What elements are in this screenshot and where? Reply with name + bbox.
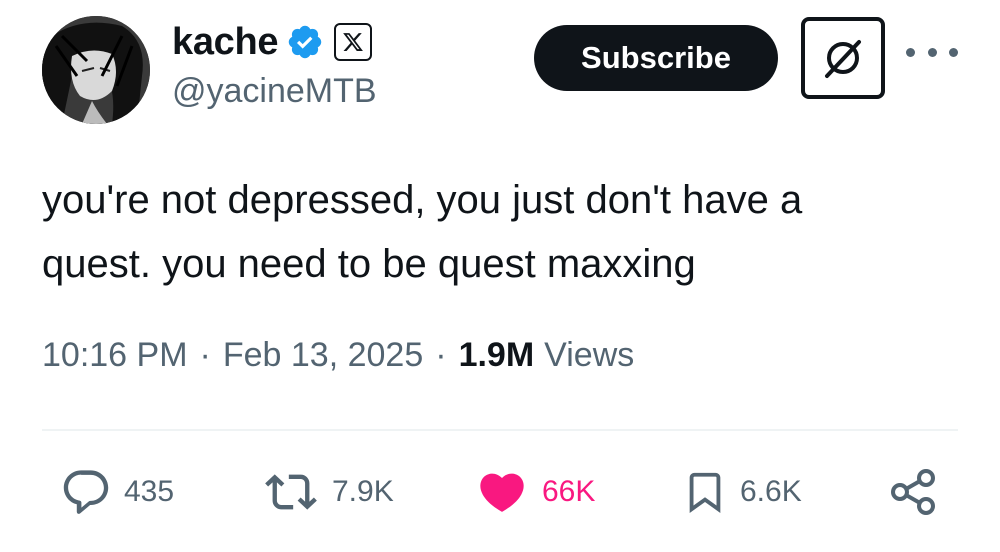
- reply-count: 435: [124, 475, 175, 508]
- reply-button[interactable]: 435: [60, 466, 174, 518]
- divider: [42, 429, 958, 431]
- views-label: Views: [544, 336, 635, 374]
- author-name[interactable]: kache: [172, 21, 279, 64]
- repost-icon: [265, 474, 317, 510]
- avatar[interactable]: [42, 16, 150, 124]
- meta-separator: ·: [435, 336, 447, 374]
- verified-badge-icon[interactable]: [286, 23, 324, 61]
- repost-count: 7.9K: [332, 475, 394, 508]
- more-dot: [906, 47, 915, 57]
- views-count: 1.9M: [458, 336, 535, 374]
- heart-icon: [480, 473, 524, 512]
- tweet-meta: 10:16 PM · Feb 13, 2025 · 1.9M Views: [42, 336, 634, 375]
- like-count: 66K: [542, 475, 596, 508]
- share-icon: [891, 469, 935, 515]
- more-dot: [927, 47, 937, 57]
- x-logo-icon[interactable]: [334, 23, 373, 61]
- grok-button[interactable]: [801, 17, 885, 99]
- bookmark-icon: [689, 472, 721, 513]
- avatar-image: [42, 16, 150, 124]
- subscribe-button[interactable]: Subscribe: [534, 25, 778, 91]
- more-icon[interactable]: [906, 40, 958, 64]
- share-button[interactable]: [888, 466, 940, 518]
- author-name-row: kache: [172, 16, 373, 68]
- reply-icon: [63, 470, 109, 514]
- author-handle[interactable]: @yacineMTB: [172, 72, 377, 111]
- like-button[interactable]: 66K: [474, 466, 595, 518]
- tweet-time[interactable]: 10:16 PM: [42, 336, 188, 375]
- more-dot: [949, 47, 958, 57]
- grok-icon: [825, 40, 861, 78]
- tweet-text: you're not depressed, you just don't hav…: [42, 178, 803, 286]
- repost-button[interactable]: 7.9K: [262, 466, 394, 518]
- bookmark-count: 6.6K: [740, 475, 802, 508]
- bookmark-button[interactable]: 6.6K: [682, 466, 802, 518]
- tweet-date[interactable]: Feb 13, 2025: [223, 336, 423, 375]
- meta-separator: ·: [199, 336, 211, 374]
- x-logo-glyph: [343, 33, 364, 51]
